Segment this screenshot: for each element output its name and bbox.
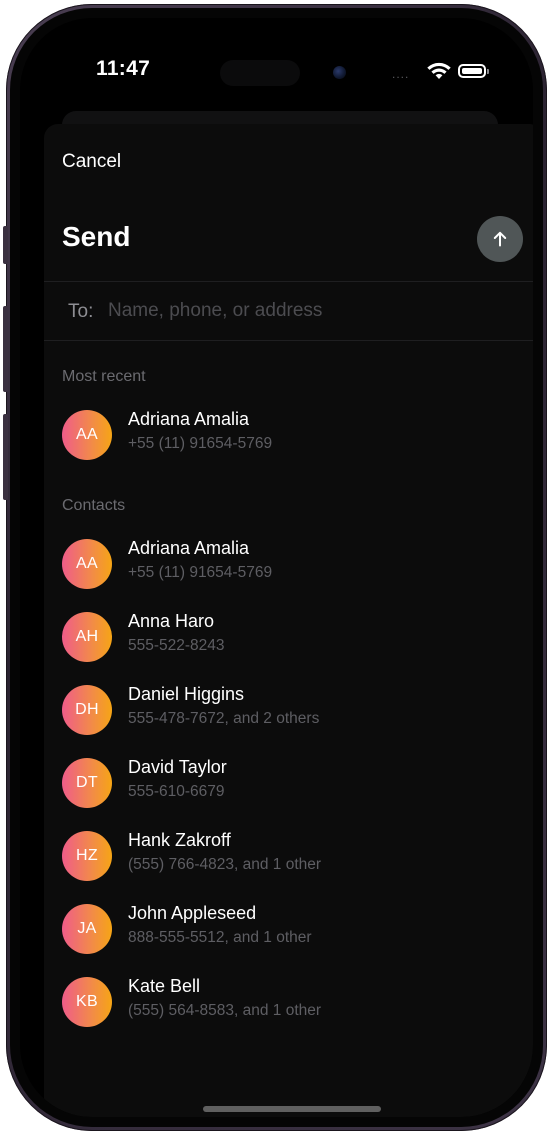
- front-camera: [333, 66, 346, 79]
- volume-up-button: [3, 306, 8, 392]
- arrow-up-icon: [493, 231, 507, 247]
- avatar: AH: [62, 612, 112, 662]
- contact-name: Daniel Higgins: [128, 684, 245, 704]
- recipient-row: To:: [44, 281, 533, 339]
- avatar: JA: [62, 904, 112, 954]
- contact-item[interactable]: DH Daniel Higgins 555-478-7672, and 2 ot…: [62, 683, 522, 739]
- battery-level: [462, 68, 482, 74]
- battery-icon: [458, 64, 486, 78]
- send-button[interactable]: [477, 216, 523, 262]
- section-header-most-recent: Most recent: [62, 368, 146, 385]
- to-label: To:: [68, 301, 94, 322]
- dynamic-island-sensor: [220, 60, 300, 86]
- section-header-contacts: Contacts: [62, 497, 126, 514]
- contact-name: Kate Bell: [128, 976, 201, 996]
- contact-item[interactable]: JA John Appleseed 888-555-5512, and 1 ot…: [62, 902, 522, 958]
- contact-detail: (555) 766-4823, and 1 other: [128, 856, 322, 873]
- wifi-icon: [427, 62, 451, 85]
- avatar: AA: [62, 410, 112, 460]
- contact-item[interactable]: AH Anna Haro 555-522-8243: [62, 610, 522, 666]
- contact-item[interactable]: HZ Hank Zakroff (555) 766-4823, and 1 ot…: [62, 829, 522, 885]
- contact-name: Adriana Amalia: [128, 409, 250, 429]
- avatar: KB: [62, 977, 112, 1027]
- bezel: 11:47 .... Cancel Send To: Name, phone, …: [10, 8, 543, 1127]
- cellular-signal-icon: ....: [392, 67, 410, 81]
- contact-item[interactable]: KB Kate Bell (555) 564-8583, and 1 other: [62, 975, 522, 1031]
- sheet-title: Send: [62, 221, 131, 252]
- contact-name: David Taylor: [128, 757, 227, 777]
- send-sheet: Cancel Send To: Most recent AA Adriana A…: [44, 124, 533, 1117]
- status-bar: 11:47 ....: [20, 18, 533, 118]
- recipient-input[interactable]: [106, 295, 510, 327]
- contact-detail: +55 (11) 91654-5769: [128, 435, 273, 452]
- home-indicator[interactable]: [203, 1106, 381, 1112]
- divider-bottom: [44, 340, 533, 341]
- contact-detail: +55 (11) 91654-5769: [128, 564, 273, 581]
- avatar: HZ: [62, 831, 112, 881]
- contact-name: Anna Haro: [128, 611, 215, 631]
- cancel-button[interactable]: Cancel: [62, 151, 121, 173]
- contact-name: John Appleseed: [128, 903, 257, 923]
- screen: 11:47 .... Cancel Send To: Name, phone, …: [20, 18, 533, 1117]
- avatar: DH: [62, 685, 112, 735]
- contact-detail: 555-610-6679: [128, 783, 225, 800]
- action-button: [3, 226, 8, 264]
- recent-contact-item[interactable]: AA Adriana Amalia +55 (11) 91654-5769: [62, 408, 522, 464]
- contact-detail: (555) 564-8583, and 1 other: [128, 1002, 322, 1019]
- contact-name: Adriana Amalia: [128, 538, 250, 558]
- avatar: DT: [62, 758, 112, 808]
- contact-detail: 888-555-5512, and 1 other: [128, 929, 312, 946]
- contact-detail: 555-522-8243: [128, 637, 225, 654]
- battery-tip: [487, 69, 489, 74]
- status-time: 11:47: [96, 57, 151, 80]
- contact-item[interactable]: DT David Taylor 555-610-6679: [62, 756, 522, 812]
- contact-item[interactable]: AA Adriana Amalia +55 (11) 91654-5769: [62, 537, 522, 593]
- avatar: AA: [62, 539, 112, 589]
- volume-down-button: [3, 414, 8, 500]
- phone-frame: 11:47 .... Cancel Send To: Name, phone, …: [3, 4, 547, 1131]
- contact-name: Hank Zakroff: [128, 830, 231, 850]
- contact-detail: 555-478-7672, and 2 others: [128, 710, 320, 727]
